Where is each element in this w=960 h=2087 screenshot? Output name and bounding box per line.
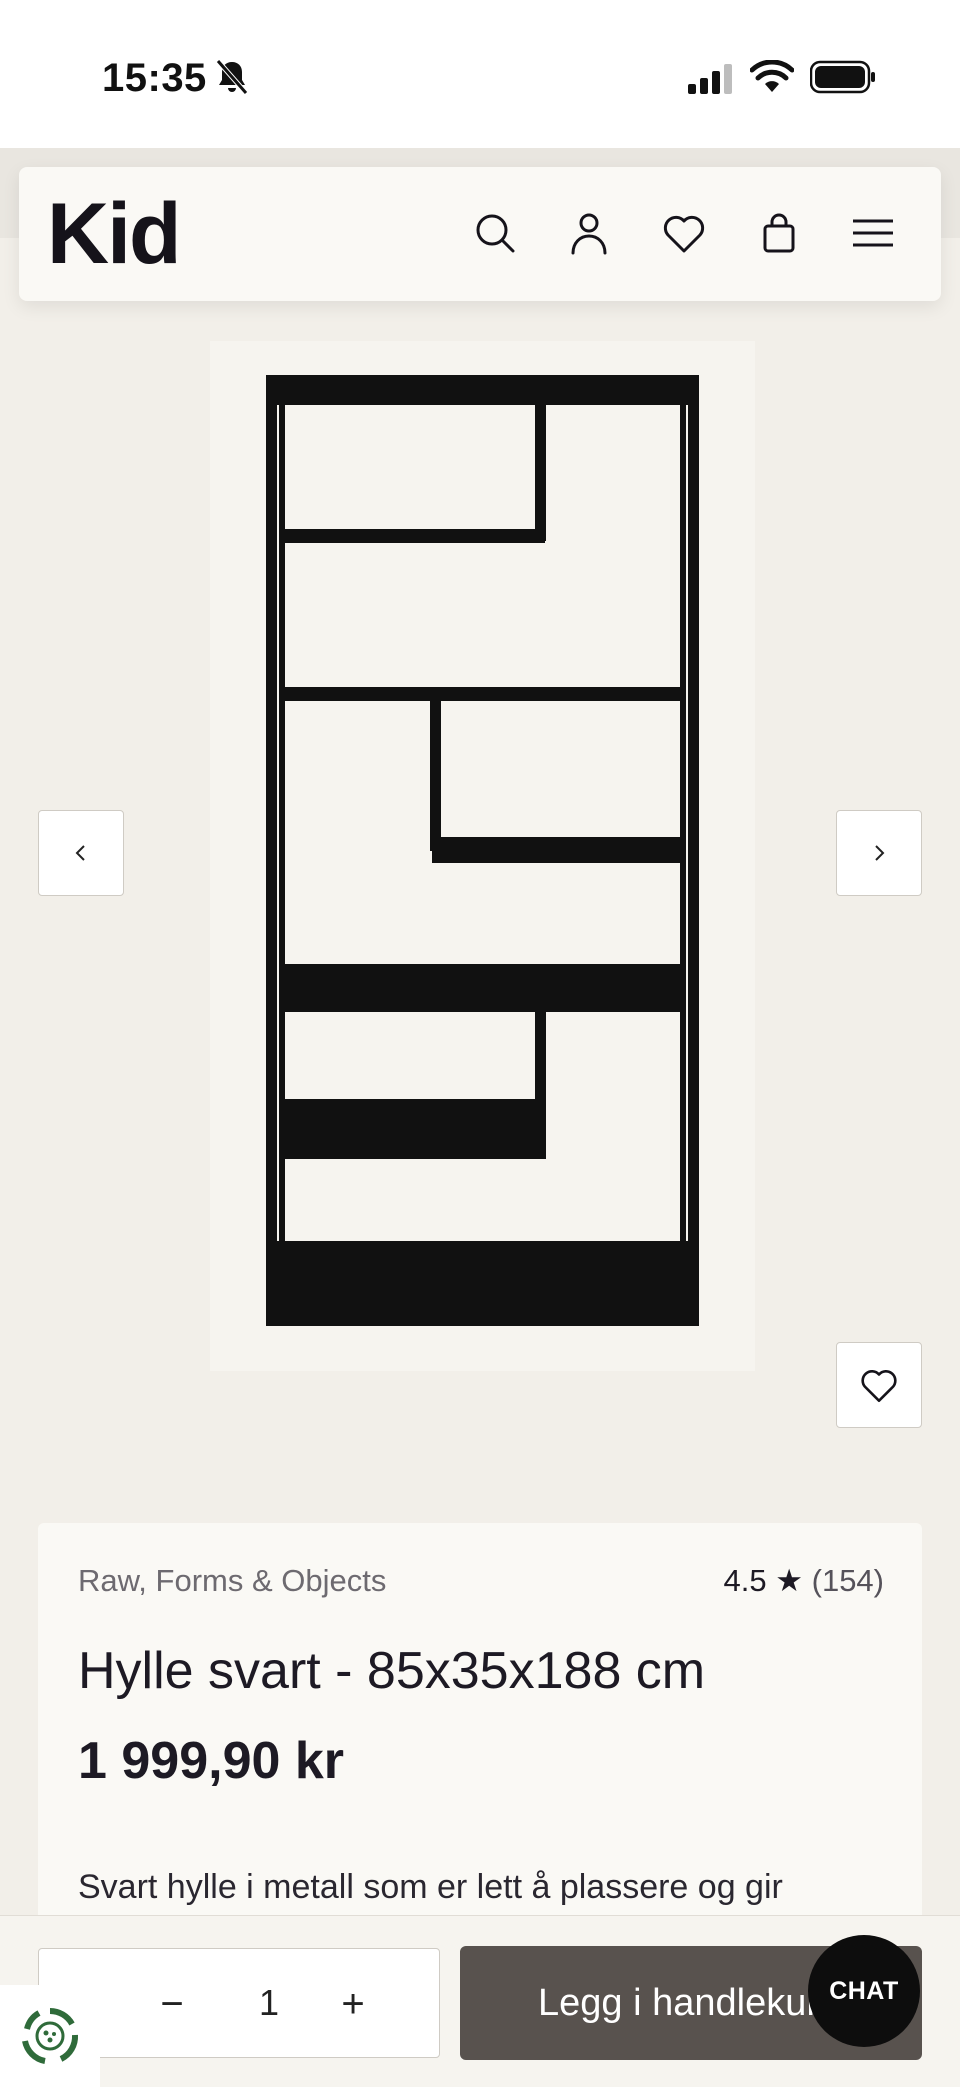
chevron-left-icon [75, 845, 85, 861]
heart-icon [861, 1370, 897, 1403]
product-brand[interactable]: Raw, Forms & Objects [78, 1563, 386, 1599]
quantity-decrease-button[interactable]: − [145, 1977, 199, 2031]
account-icon[interactable] [565, 209, 613, 257]
battery-icon [810, 60, 875, 94]
star-icon: ★ [775, 1563, 803, 1598]
bell-muted-icon [216, 59, 248, 95]
menu-icon[interactable] [849, 209, 897, 257]
product-rating[interactable]: 4.5 ★ (154) [723, 1563, 884, 1599]
wifi-icon [750, 60, 794, 92]
product-gallery [0, 301, 960, 1481]
rating-value: 4.5 [723, 1563, 767, 1598]
product-info-card: Raw, Forms & Objects 4.5 ★ (154) Hylle s… [38, 1523, 922, 1943]
product-description: Svart hylle i metall som er lett å plass… [78, 1868, 783, 1906]
signal-icon [688, 64, 732, 94]
site-header: Kid [19, 167, 941, 301]
product-title: Hylle svart - 85x35x188 cm [78, 1642, 706, 1700]
chevron-right-icon [875, 845, 885, 861]
chat-button[interactable]: CHAT [808, 1935, 920, 2047]
product-image[interactable] [210, 341, 755, 1371]
quantity-value[interactable]: 1 [259, 1982, 279, 2024]
shelf-illustration [266, 375, 699, 1326]
recycle-icon [22, 2007, 79, 2064]
add-to-wishlist-button[interactable] [836, 1342, 922, 1428]
bag-icon[interactable] [755, 209, 803, 257]
product-price: 1 999,90 kr [78, 1732, 345, 1790]
rating-count: (154) [811, 1563, 884, 1598]
gallery-next-button[interactable] [836, 810, 922, 896]
add-to-cart-label: Legg i handlekurv [538, 1982, 838, 2024]
status-time: 15:35 [102, 56, 207, 100]
gallery-prev-button[interactable] [38, 810, 124, 896]
wishlist-icon[interactable] [660, 209, 708, 257]
quantity-increase-button[interactable]: + [326, 1977, 380, 2031]
search-icon[interactable] [471, 209, 519, 257]
status-bar: 15:35 [0, 0, 960, 148]
site-logo[interactable]: Kid [47, 189, 182, 279]
recycle-badge[interactable] [0, 1985, 100, 2087]
